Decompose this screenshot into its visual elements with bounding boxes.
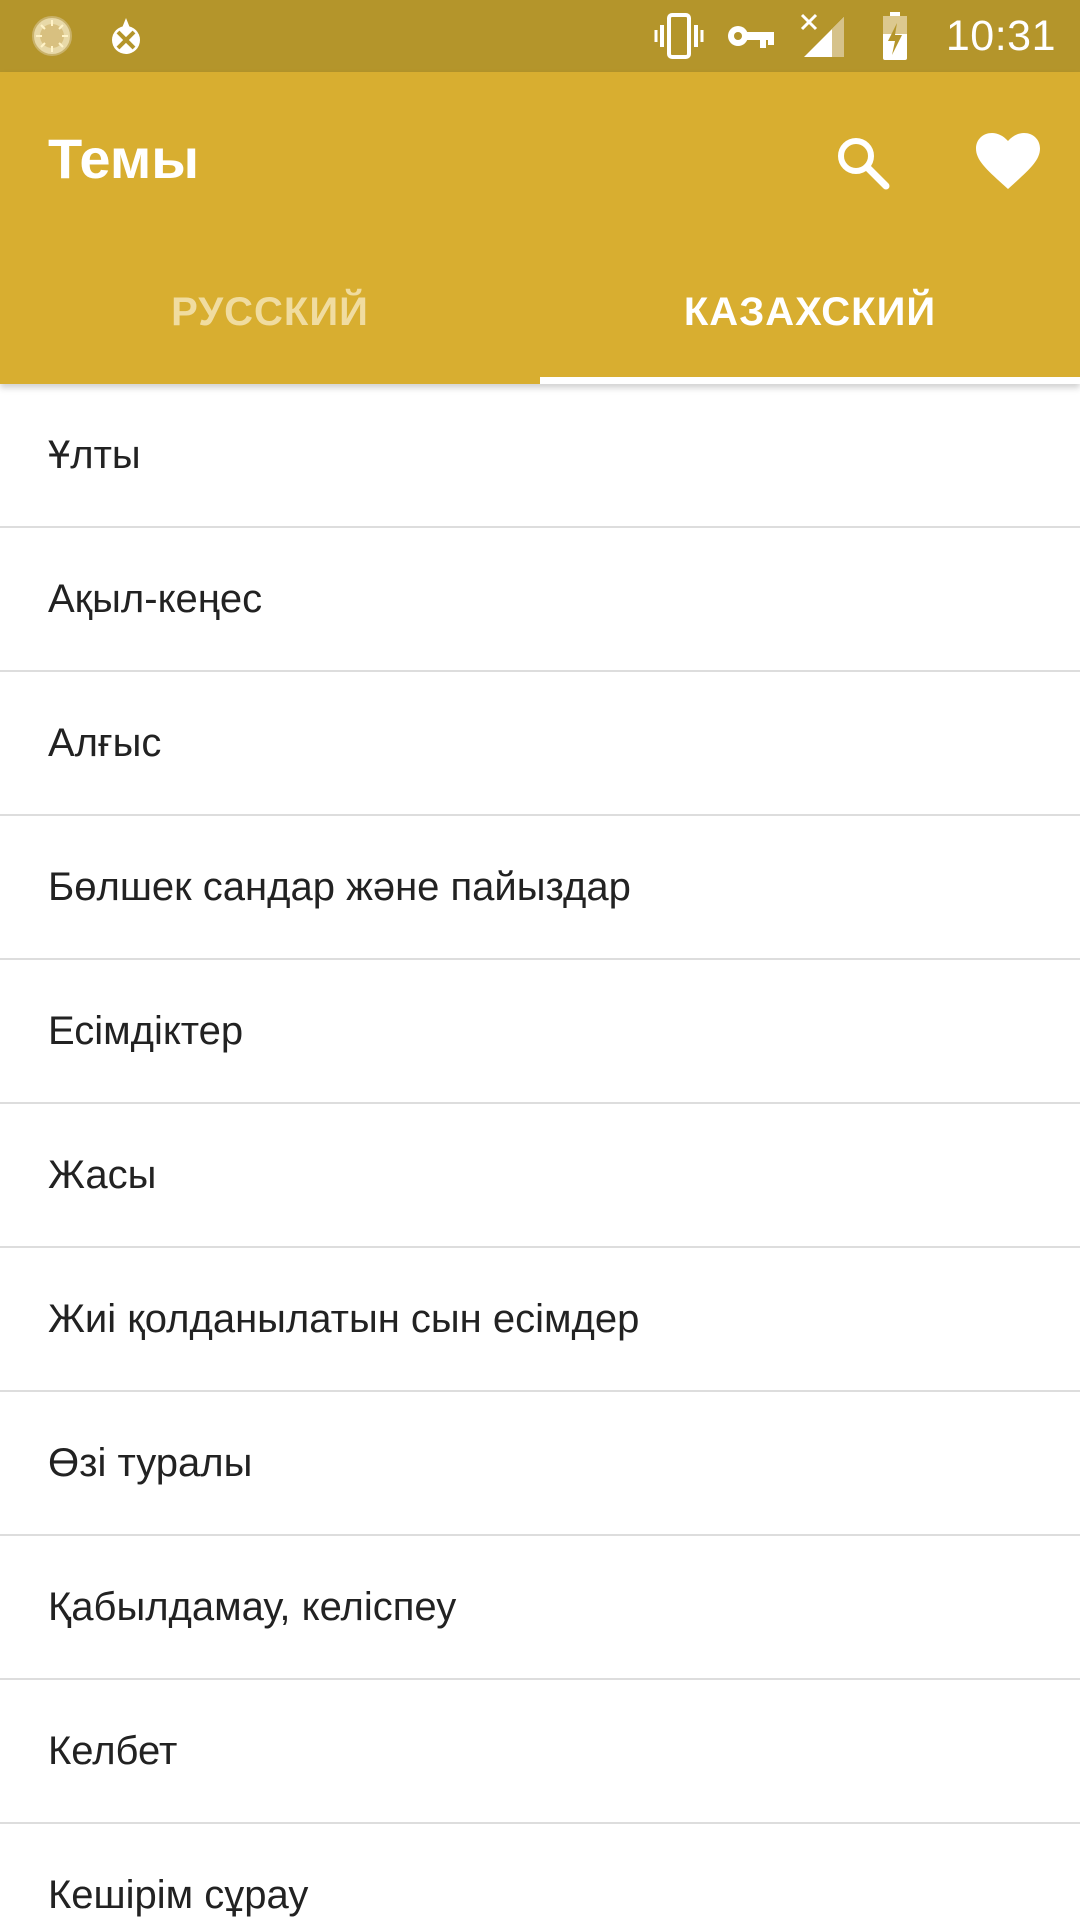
topics-list: Ұлты Ақыл-кеңес Алғыс Бөлшек сандар және… xyxy=(0,384,1080,1920)
tab-kazakh[interactable]: КАЗАХСКИЙ xyxy=(540,240,1080,384)
page-title: Темы xyxy=(48,127,200,190)
list-item[interactable]: Жасы xyxy=(0,1104,1080,1248)
favorites-button[interactable] xyxy=(960,114,1056,210)
tab-label: РУССКИЙ xyxy=(171,289,369,334)
favorite-heart-icon xyxy=(976,133,1040,189)
status-bar: 10:31 xyxy=(0,0,1080,72)
list-item[interactable]: Бөлшек сандар және пайыздар xyxy=(0,816,1080,960)
clock: 10:31 xyxy=(945,11,1056,60)
screen: 10:31 Темы РУССКИЙ КАЗАХСКИЙ Ұлты Ақыл-к… xyxy=(0,0,1080,1920)
list-item[interactable]: Кешірім сұрау xyxy=(0,1824,1080,1920)
signal-no-service-icon xyxy=(798,11,848,61)
tab-indicator xyxy=(540,377,1080,384)
tab-russian[interactable]: РУССКИЙ xyxy=(0,240,540,384)
language-tabs: РУССКИЙ КАЗАХСКИЙ xyxy=(0,240,1080,384)
battery-charging-icon xyxy=(870,11,920,61)
app-bar: Темы РУССКИЙ КАЗАХСКИЙ xyxy=(0,72,1080,384)
search-button[interactable] xyxy=(814,114,910,210)
tab-label: КАЗАХСКИЙ xyxy=(683,289,937,334)
status-icons: 10:31 xyxy=(632,0,1056,72)
sun-notification-icon xyxy=(30,14,74,58)
list-item[interactable]: Ақыл-кеңес xyxy=(0,528,1080,672)
list-item[interactable]: Ұлты xyxy=(0,384,1080,528)
search-icon xyxy=(838,138,890,190)
vibrate-icon xyxy=(654,11,704,61)
app-notification-icon xyxy=(104,14,148,58)
list-item[interactable]: Есімдіктер xyxy=(0,960,1080,1104)
list-item[interactable]: Жиі қолданылатын сын есімдер xyxy=(0,1248,1080,1392)
list-item[interactable]: Алғыс xyxy=(0,672,1080,816)
list-item[interactable]: Келбет xyxy=(0,1680,1080,1824)
list-item[interactable]: Өзі туралы xyxy=(0,1392,1080,1536)
list-item[interactable]: Қабылдамау, келіспеу xyxy=(0,1536,1080,1680)
vpn-key-icon xyxy=(726,11,776,61)
